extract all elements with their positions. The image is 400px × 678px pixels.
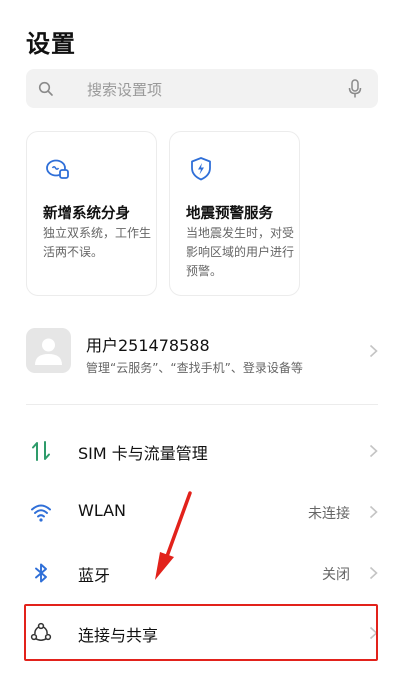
wlan-status: 未连接: [308, 506, 350, 522]
page-title: 设置: [26, 30, 76, 58]
settings-item-label: 蓝牙: [78, 566, 111, 585]
highlight-box: [24, 604, 378, 661]
chevron-right-icon: [369, 505, 378, 519]
bluetooth-status: 关闭: [322, 567, 350, 583]
microphone-icon[interactable]: [348, 79, 362, 99]
search-icon: [38, 81, 53, 96]
wifi-icon: [31, 504, 51, 522]
chevron-right-icon: [369, 344, 378, 358]
account-name: 用户251478588: [86, 336, 210, 355]
card-description: 独立双系统，工作生活两不误。: [43, 226, 152, 259]
earthquake-alert-icon: [191, 157, 211, 181]
feature-card-system-clone[interactable]: 新增系统分身 独立双系统，工作生活两不误。: [26, 131, 157, 296]
account-subtitle: 管理“云服务”、“查找手机”、登录设备等: [86, 361, 303, 375]
avatar: [26, 328, 71, 373]
chevron-right-icon: [369, 444, 378, 458]
bluetooth-icon: [35, 563, 47, 583]
card-title: 地震预警服务: [186, 206, 273, 222]
settings-item-bluetooth[interactable]: 蓝牙 关闭: [0, 543, 400, 603]
sim-data-icon: [32, 441, 50, 461]
settings-item-label: WLAN: [78, 501, 127, 520]
chevron-right-icon: [369, 566, 378, 580]
card-title: 新增系统分身: [43, 206, 130, 222]
system-clone-icon: [46, 159, 69, 179]
search-bar[interactable]: 搜索设置项: [26, 69, 378, 108]
search-placeholder: 搜索设置项: [87, 81, 163, 99]
settings-item-sim[interactable]: SIM 卡与流量管理: [0, 421, 400, 481]
settings-item-label: SIM 卡与流量管理: [78, 444, 208, 463]
account-row[interactable]: 用户251478588 管理“云服务”、“查找手机”、登录设备等: [0, 320, 400, 384]
card-description: 当地震发生时，对受影响区域的用户进行预警。: [186, 226, 295, 278]
section-divider: [26, 404, 378, 405]
feature-card-earthquake-alert[interactable]: 地震预警服务 当地震发生时，对受影响区域的用户进行预警。: [169, 131, 300, 296]
settings-screen: 设置 搜索设置项 新增系统分身 独立双系统，工作生活两不误。 地震预警服务 当地…: [0, 0, 400, 678]
user-avatar-icon: [35, 338, 62, 365]
settings-item-wlan[interactable]: WLAN 未连接: [0, 482, 400, 542]
